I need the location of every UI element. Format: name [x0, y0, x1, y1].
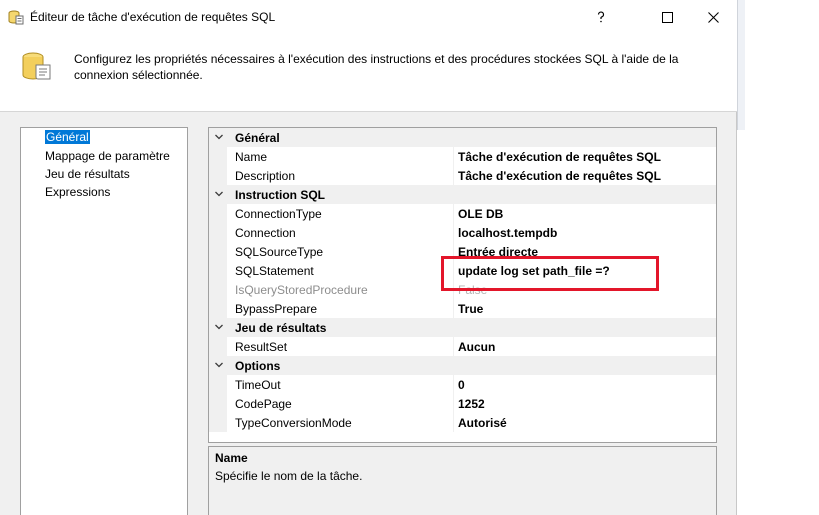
- column-divider: [453, 166, 454, 185]
- row-gutter: [209, 280, 227, 299]
- property-row-timeout[interactable]: TimeOut 0: [209, 375, 716, 394]
- background-window-edge: [737, 0, 745, 130]
- chevron-down-icon[interactable]: [215, 361, 223, 369]
- row-gutter: [209, 337, 227, 356]
- property-name: ConnectionType: [235, 207, 322, 221]
- nav-item-general[interactable]: Général: [45, 130, 90, 144]
- row-gutter: [209, 394, 227, 413]
- nav-item-expressions[interactable]: Expressions: [45, 185, 110, 199]
- property-name: Description: [235, 169, 296, 183]
- property-value[interactable]: True: [458, 302, 483, 316]
- chevron-down-icon[interactable]: [215, 133, 223, 141]
- property-row-name[interactable]: Name Tâche d'exécution de requêtes SQL: [209, 147, 716, 166]
- category-general[interactable]: Général: [209, 128, 716, 147]
- category-result-set[interactable]: Jeu de résultats: [209, 318, 716, 337]
- close-icon: [707, 11, 719, 23]
- property-row-codepage[interactable]: CodePage 1252: [209, 394, 716, 413]
- column-divider: [453, 394, 454, 413]
- nav-item-parameter-mapping[interactable]: Mappage de paramètre: [45, 149, 170, 163]
- background-window-area: [737, 0, 819, 515]
- property-name: TypeConversionMode: [235, 416, 352, 430]
- property-name: IsQueryStoredProcedure: [235, 283, 368, 297]
- row-gutter: [209, 299, 227, 318]
- category-options[interactable]: Options: [209, 356, 716, 375]
- category-sql-statement[interactable]: Instruction SQL: [209, 185, 716, 204]
- row-gutter: [209, 147, 227, 166]
- property-row-connection[interactable]: Connection localhost.tempdb: [209, 223, 716, 242]
- window-title: Éditeur de tâche d'exécution de requêtes…: [30, 10, 276, 24]
- property-value[interactable]: Aucun: [458, 340, 495, 354]
- property-value[interactable]: 0: [458, 378, 465, 392]
- column-divider: [453, 299, 454, 318]
- maximize-button[interactable]: [644, 0, 690, 34]
- property-value[interactable]: localhost.tempdb: [458, 226, 557, 240]
- description-title: Name: [215, 451, 248, 465]
- property-name: Connection: [235, 226, 296, 240]
- row-gutter: [209, 204, 227, 223]
- sql-task-icon: [8, 10, 24, 25]
- property-name: BypassPrepare: [235, 302, 318, 316]
- row-gutter: [209, 242, 227, 261]
- column-divider: [453, 223, 454, 242]
- nav-item-result-set[interactable]: Jeu de résultats: [45, 167, 130, 181]
- property-name: TimeOut: [235, 378, 281, 392]
- property-name: ResultSet: [235, 340, 288, 354]
- close-button[interactable]: [690, 0, 736, 34]
- database-scroll-icon: [22, 52, 51, 80]
- category-label: Jeu de résultats: [235, 321, 327, 335]
- category-label: Instruction SQL: [235, 188, 325, 202]
- property-value[interactable]: Autorisé: [458, 416, 507, 430]
- column-divider: [453, 413, 454, 432]
- property-row-connectiontype[interactable]: ConnectionType OLE DB: [209, 204, 716, 223]
- property-value[interactable]: OLE DB: [458, 207, 503, 221]
- property-name: SQLStatement: [235, 264, 314, 278]
- property-name: SQLSourceType: [235, 245, 324, 259]
- page-navigation: Général Mappage de paramètre Jeu de résu…: [20, 127, 188, 515]
- help-icon: [597, 11, 605, 23]
- property-value[interactable]: Tâche d'exécution de requêtes SQL: [458, 150, 661, 164]
- property-row-resultset[interactable]: ResultSet Aucun: [209, 337, 716, 356]
- maximize-icon: [661, 11, 673, 23]
- row-gutter: [209, 413, 227, 432]
- sqlstatement-highlight: [441, 256, 659, 291]
- property-name: Name: [235, 150, 268, 164]
- row-gutter: [209, 375, 227, 394]
- row-gutter: [209, 166, 227, 185]
- category-label: Options: [235, 359, 281, 373]
- category-label: Général: [235, 131, 280, 145]
- property-row-description[interactable]: Description Tâche d'exécution de requête…: [209, 166, 716, 185]
- description-text: Spécifie le nom de la tâche.: [215, 469, 363, 483]
- property-description-panel: Name Spécifie le nom de la tâche.: [208, 446, 717, 515]
- chevron-down-icon[interactable]: [215, 323, 223, 331]
- column-divider: [453, 375, 454, 394]
- header-description: Configurez les propriétés nécessaires à …: [74, 52, 679, 82]
- property-value[interactable]: Tâche d'exécution de requêtes SQL: [458, 169, 661, 183]
- property-value[interactable]: 1252: [458, 397, 485, 411]
- chevron-down-icon[interactable]: [215, 190, 223, 198]
- property-name: CodePage: [235, 397, 292, 411]
- dialog-header: Configurez les propriétés nécessaires à …: [0, 34, 737, 112]
- title-bar[interactable]: Éditeur de tâche d'exécution de requêtes…: [0, 0, 737, 34]
- task-editor-dialog: Éditeur de tâche d'exécution de requêtes…: [0, 0, 737, 515]
- row-gutter: [209, 261, 227, 280]
- property-row-bypassprepare[interactable]: BypassPrepare True: [209, 299, 716, 318]
- column-divider: [453, 337, 454, 356]
- column-divider: [453, 147, 454, 166]
- property-row-typeconversionmode[interactable]: TypeConversionMode Autorisé: [209, 413, 716, 432]
- column-divider: [453, 204, 454, 223]
- help-button[interactable]: [578, 0, 624, 34]
- row-gutter: [209, 223, 227, 242]
